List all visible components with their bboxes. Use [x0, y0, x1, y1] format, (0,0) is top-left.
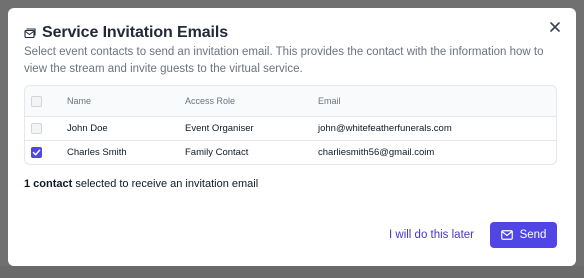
selection-summary: 1 contact selected to receive an invitat… [24, 178, 258, 190]
dialog-description: Select event contacts to send an invitat… [24, 46, 544, 75]
contact-name: Charles Smith [67, 147, 127, 158]
invitation-dialog: Service Invitation Emails Select event c… [8, 8, 576, 266]
close-icon [550, 22, 560, 32]
row-checkbox[interactable] [31, 123, 42, 134]
summary-text: selected to receive an invitation email [72, 178, 259, 190]
table-row[interactable]: John Doe Event Organiser john@whitefeath… [25, 116, 556, 140]
row-checkbox[interactable] [31, 147, 42, 158]
contacts-table: Name Access Role Email John Doe Event Or… [24, 85, 557, 165]
header-email[interactable]: Email [318, 96, 556, 106]
header-name[interactable]: Name [67, 96, 185, 106]
header-access-role[interactable]: Access Role [185, 96, 318, 106]
contact-role: Family Contact [185, 147, 249, 158]
select-all-checkbox[interactable] [31, 95, 42, 107]
close-button[interactable] [548, 20, 562, 34]
mail-icon [500, 230, 513, 240]
checkmark-icon [32, 149, 41, 156]
table-header-row: Name Access Role Email [25, 86, 556, 116]
table-row[interactable]: Charles Smith Family Contact charliesmit… [25, 140, 556, 164]
send-label: Send [519, 229, 547, 241]
contact-email: john@whitefeatherfunerals.com [318, 123, 452, 134]
dialog-header: Service Invitation Emails [24, 24, 228, 42]
dialog-title: Service Invitation Emails [42, 24, 229, 41]
email-stack-icon [24, 28, 36, 39]
contact-email: charliesmith56@gmail.coim [318, 147, 435, 158]
contact-role: Event Organiser [185, 123, 254, 134]
send-button[interactable]: Send [490, 222, 557, 248]
background-row [0, 266, 584, 278]
contact-name: John Doe [67, 123, 108, 134]
selected-count: 1 contact [24, 178, 73, 190]
later-button[interactable]: I will do this later [389, 229, 474, 241]
